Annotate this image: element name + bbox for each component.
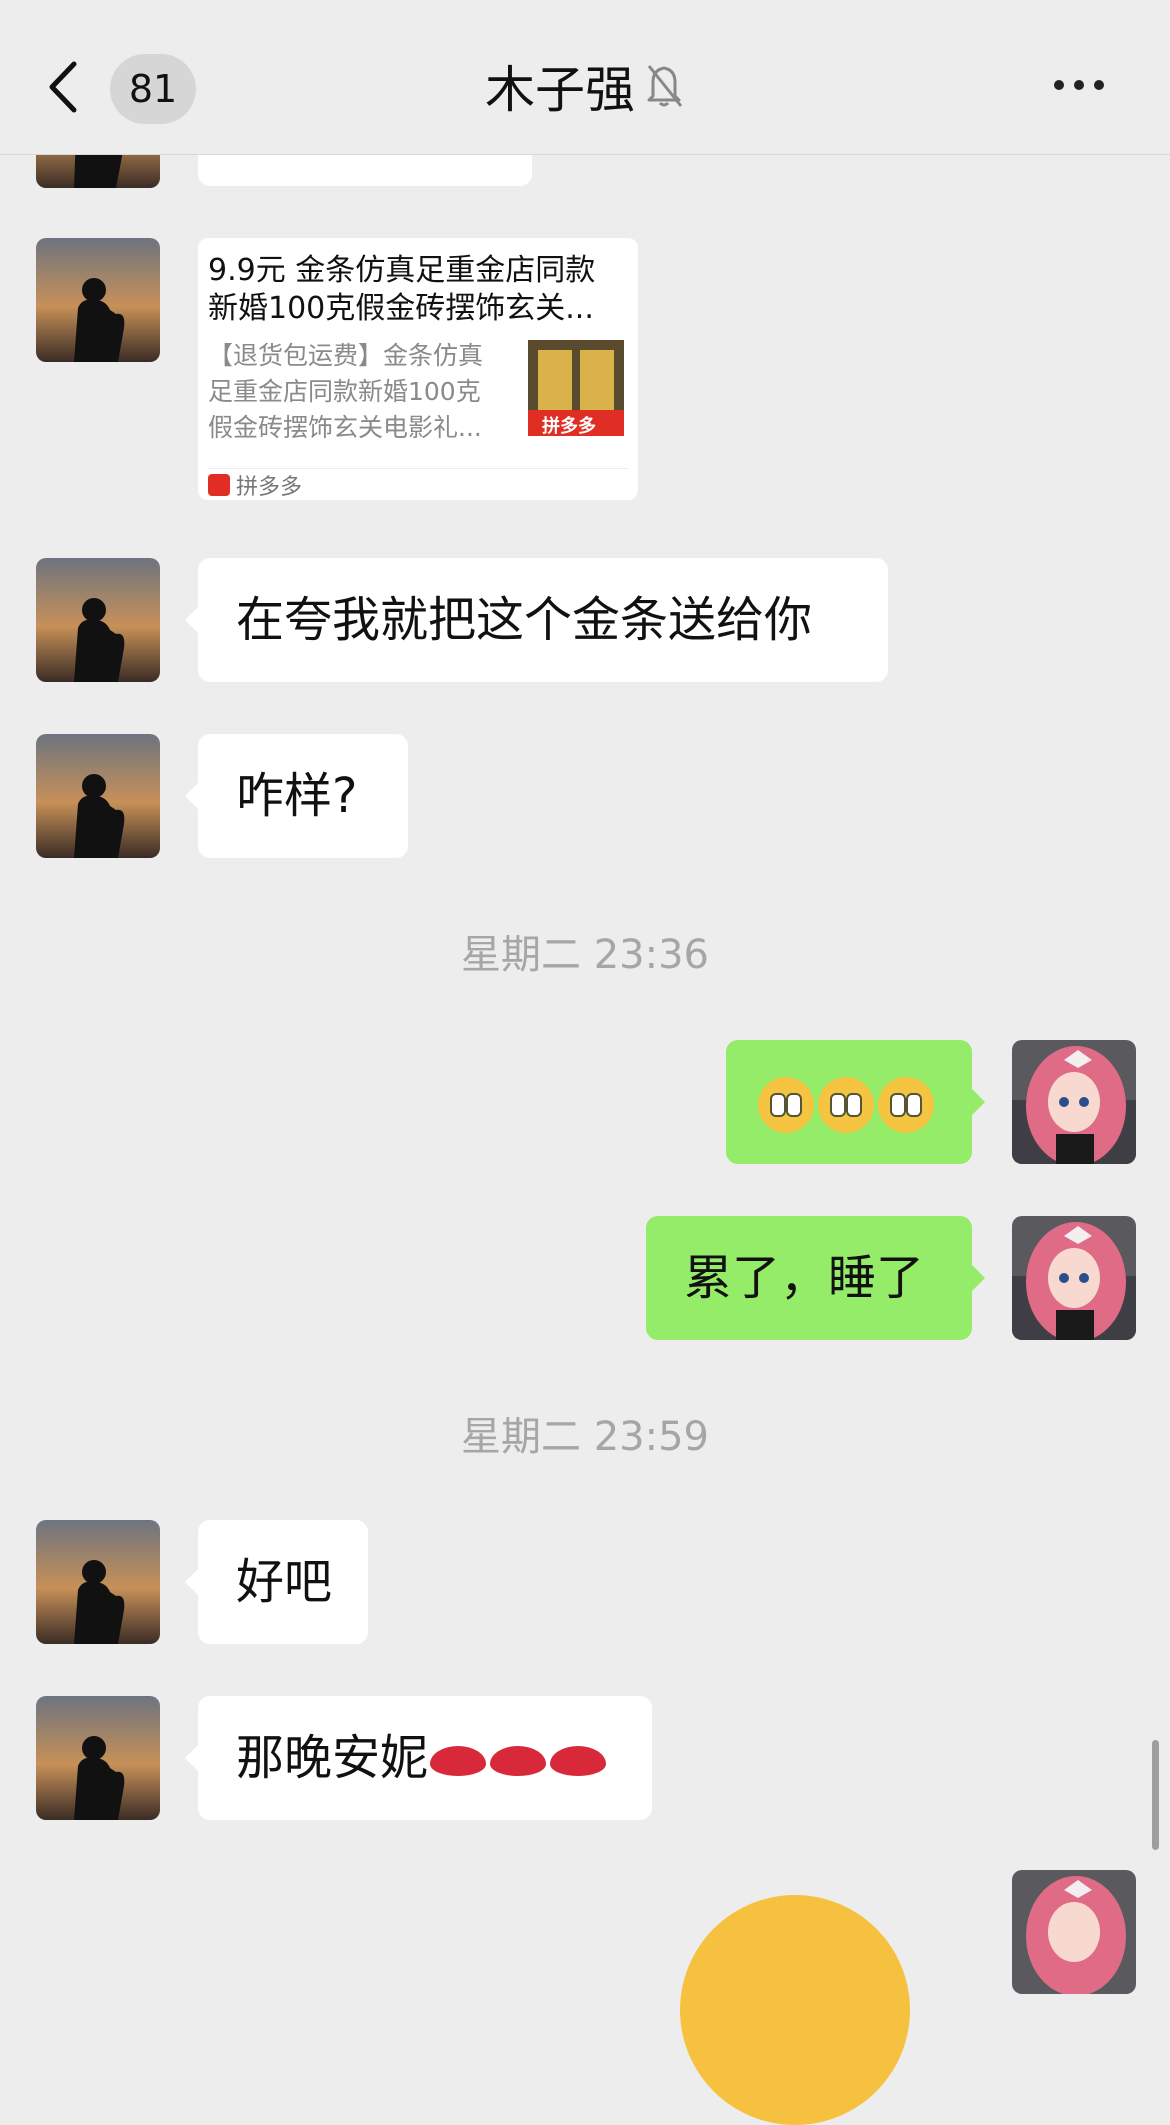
contact-avatar[interactable] — [36, 734, 160, 858]
contact-avatar[interactable] — [36, 238, 160, 362]
product-thumbnail: 拼多多 — [528, 340, 624, 436]
money-mouth-emoji-icon — [878, 1077, 934, 1133]
message-bubble[interactable]: 那晚安妮 — [185, 1696, 652, 1820]
more-dot — [1094, 80, 1104, 90]
my-avatar[interactable] — [1012, 1040, 1136, 1164]
link-card-title: 9.9元 金条仿真足重金店同款 新婚100克假金砖摆饰玄关... — [208, 253, 596, 326]
source-label: 拼多多 — [236, 475, 303, 500]
message-text: 那晚安妮 — [236, 1730, 429, 1786]
more-button[interactable] — [1054, 70, 1114, 100]
shared-link-card[interactable]: 9.9元 金条仿真足重金店同款 新婚100克假金砖摆饰玄关... 【退货包运费】… — [198, 238, 638, 500]
chat-title: 木子强 — [485, 60, 635, 119]
message-bubble[interactable]: 咋样? — [185, 734, 408, 858]
lips-emoji-icon — [550, 1746, 607, 1776]
timestamp: 星期二 23:36 — [461, 932, 709, 978]
message-bubble[interactable]: 好吧 — [185, 1520, 368, 1644]
money-mouth-emoji-icon — [818, 1077, 874, 1133]
thumb-badge: 拼多多 — [542, 416, 596, 436]
chat-title-row: 木子强 — [0, 58, 1170, 121]
message-bubble-sent[interactable]: 累了，睡了 — [646, 1216, 985, 1340]
lips-emoji-icon — [430, 1746, 487, 1776]
bell-off-icon — [643, 58, 685, 121]
more-dot — [1054, 80, 1064, 90]
message-bubble[interactable]: 在夸我就把这个金条送给你 — [185, 558, 888, 682]
link-card-source: 拼多多 — [208, 472, 303, 500]
scrollbar[interactable] — [1152, 1740, 1159, 1850]
link-card-description: 【退货包运费】金条仿真 足重金店同款新婚100克 假金砖摆饰玄关电影礼... — [208, 341, 484, 442]
contact-avatar[interactable] — [36, 1696, 160, 1820]
message-bubble-sent[interactable] — [726, 1040, 985, 1164]
more-dot — [1074, 80, 1084, 90]
pinduoduo-icon — [208, 474, 230, 496]
my-avatar[interactable] — [1012, 1870, 1136, 1994]
chat-header: 81 木子强 — [0, 0, 1170, 155]
money-mouth-emoji-icon — [758, 1077, 814, 1133]
chat-area[interactable]: 9.9元 金条仿真足重金店同款 新婚100克假金砖摆饰玄关... 【退货包运费】… — [0, 0, 1170, 2125]
lips-emoji-icon — [490, 1746, 547, 1776]
timestamp: 星期二 23:59 — [461, 1414, 709, 1460]
contact-avatar[interactable] — [36, 1520, 160, 1644]
contact-avatar[interactable] — [36, 558, 160, 682]
sticker-emoji-partial[interactable] — [680, 1895, 910, 2125]
my-avatar[interactable] — [1012, 1216, 1136, 1340]
